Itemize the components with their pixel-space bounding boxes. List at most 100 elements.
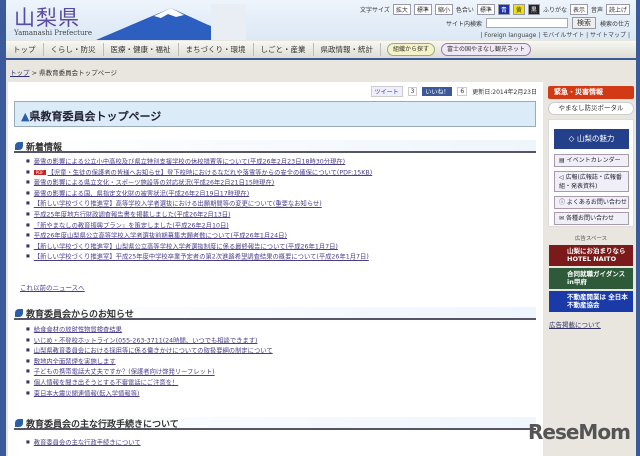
furigana-label: ふりがな — [542, 7, 567, 14]
notice-link[interactable]: 敷地内全面禁煙を実施します — [34, 358, 116, 365]
diamond-icon: ◇ — [568, 134, 577, 143]
search-label: サイト内検索 — [445, 20, 482, 28]
list-item: 【新しい学校づくり推進室】山梨県公立高等学校入学者選抜制度に係る最終報告について… — [26, 241, 372, 252]
calendar-icon: ▤ — [559, 157, 567, 164]
news-link[interactable]: 豪雪の影響による公立小中高校及び県立特別支援学校の休校措置等について(平成26年… — [34, 158, 345, 165]
notice-link[interactable]: 給食食材の放射性物質検査結果 — [34, 326, 122, 333]
notice-link[interactable]: いじめ・不登校ホットライン(055-263-3711(24時間、いつでも相談でき… — [34, 337, 258, 344]
list-item: 豪雪の影響による国、県指定文化財の被害状況(平成26年2月19日17時現在) — [26, 188, 372, 199]
list-item: 敷地内全面禁煙を実施します — [26, 356, 273, 367]
breadcrumb-home[interactable]: トップ — [10, 69, 30, 77]
list-item: 【新しい学校づくり推進室】高等学校入学者選抜における出願期間等の変更について(重… — [26, 198, 372, 209]
search-help-link[interactable]: 検索の仕方 — [600, 19, 630, 28]
site-search: サイト内検索 検索 検索の仕方 — [446, 17, 630, 29]
breadcrumb: トップ > 県教育委員会トップページ — [10, 67, 117, 77]
color-label: 色合い — [455, 7, 474, 14]
notice-link[interactable]: 東日本大震災関連情報(転入学情報等) — [34, 390, 140, 397]
list-item: 給食食材の放射性物質検査結果 — [26, 324, 273, 335]
foreign-language-link[interactable]: Foreign language — [484, 32, 536, 39]
sitemap-link[interactable]: サイトマップ — [590, 32, 626, 39]
notice-link[interactable]: 子どもの携帯電話大丈夫ですか？(保護者向け啓発リーフレット) — [34, 369, 215, 376]
notice-link[interactable]: 山梨県教育委員会における採用等に係る働きかけについての取扱要綱の制定について — [34, 347, 273, 354]
ad-banner-hotel[interactable]: 山梨にお泊まりなら HOTEL NAITO — [549, 245, 633, 266]
read-aloud-button[interactable]: 読上げ — [605, 4, 630, 15]
tweet-button[interactable]: ツイート — [370, 86, 403, 97]
furigana-button[interactable]: 表示 — [569, 4, 588, 15]
main-nav: トップ くらし・防災 医療・健康・福祉 まちづくり・環境 しごと・産業 県政情報… — [6, 41, 636, 60]
notices-list: 給食食材の放射性物質検査結果 いじめ・不登校ホットライン(055-263-371… — [26, 324, 273, 398]
news-link[interactable]: 豪雪の影響による国、県指定文化財の被害状況(平成26年2月19日17時現在) — [34, 190, 249, 197]
news-link[interactable]: 【新しい学校づくり推進室】平成25年度中学校卒業予定者の第2次進路希望調査結果の… — [34, 254, 369, 261]
color-black-button[interactable]: 黒 — [527, 4, 540, 15]
emergency-info-button[interactable]: 緊急・災害情報 — [548, 86, 634, 99]
nav-life[interactable]: くらし・防災 — [44, 43, 104, 56]
list-item: 子どもの携帯電話大丈夫ですか？(保護者向け啓発リーフレット) — [26, 366, 273, 377]
news-link[interactable]: 【新しい学校づくり推進室】山梨県公立高等学校入学者選抜制度に係る最終報告について… — [34, 243, 338, 250]
mobile-site-link[interactable]: モバイルサイト — [542, 32, 584, 39]
list-item: 豪雪の影響による県立文化・スポーツ施設等の対応状況(平成26年2月21日15時現… — [26, 177, 372, 188]
section-header-news: 新着情報 — [14, 140, 536, 153]
event-calendar-button[interactable]: ▤ イベントカレンダー — [554, 154, 629, 167]
list-item: 【新しい学校づくり推進室】平成25年度中学校卒業予定者の第2次進路希望調査結果の… — [26, 251, 372, 262]
list-item: PDF【児童・生徒の保護者の皆様へお知らせ】登下校時におけるなだれや落雪等からの… — [26, 167, 372, 178]
button-label: よくあるお問い合わせ — [566, 199, 627, 206]
charm-label: 山梨の魅力 — [576, 134, 615, 143]
leaf-icon — [15, 419, 23, 427]
nav-admin[interactable]: 県政情報・統計 — [314, 43, 381, 56]
page-title: ▲県教育委員会トップページ — [14, 101, 536, 127]
nav-work[interactable]: しごと・産業 — [254, 43, 314, 56]
sidebar-menu: ◇ 山梨の魅力 ▤ イベントカレンダー ◁ 広報(広報誌・広報番組・発表資料) … — [548, 119, 634, 227]
news-list: 豪雪の影響による公立小中高校及び県立特別支援学校の休校措置等について(平成26年… — [26, 156, 372, 262]
contact-button[interactable]: ✉ 各種お問い合わせ — [554, 212, 629, 225]
font-standard-button[interactable]: 標準 — [413, 4, 432, 15]
nav-organization[interactable]: 組織から探す — [387, 43, 436, 56]
breadcrumb-separator: > — [31, 69, 38, 77]
ad-banner-real-estate[interactable]: 不動産開業は 全日本不動産協会 — [549, 291, 633, 312]
procedure-link[interactable]: 教育委員会の主な行政手続きについて — [34, 439, 141, 446]
ad-banner-job-guidance[interactable]: 合同就職ガイダンス in甲府 — [549, 268, 633, 289]
color-standard-button[interactable]: 標準 — [476, 4, 495, 15]
font-small-button[interactable]: 縮小 — [434, 4, 453, 15]
news-link[interactable]: 【新しい学校づくり推進室】高等学校入学者選抜における出願期間等の変更について(重… — [34, 201, 322, 208]
right-sidebar: 緊急・災害情報 やまなし防災ポータル ◇ 山梨の魅力 ▤ イベントカレンダー ◁… — [546, 82, 636, 456]
nav-town[interactable]: まちづくり・環境 — [179, 43, 254, 56]
older-news-link[interactable]: これ以前のニュースへ — [20, 282, 85, 292]
ad-info-link[interactable]: 広告掲載について — [549, 319, 601, 329]
leaf-icon — [15, 142, 23, 150]
disaster-portal-button[interactable]: やまなし防災ポータル — [548, 102, 634, 115]
font-large-button[interactable]: 拡大 — [392, 4, 411, 15]
news-link[interactable]: 「新やまなしの教育振興プラン」を策定しました(平成26年2月10日) — [34, 222, 229, 229]
mail-icon: ✉ — [559, 215, 566, 222]
yamanashi-charm-button[interactable]: ◇ 山梨の魅力 — [554, 129, 629, 149]
list-item: 個人情報を聞き出そうとする不審電話にご注意を！ — [26, 377, 273, 388]
list-item: 山梨県教育委員会における採用等に係る働きかけについての取扱要綱の制定について — [26, 345, 273, 356]
section-header-procedures: 教育委員会の主な行政手続きについて — [14, 417, 536, 430]
search-button[interactable]: 検索 — [571, 17, 596, 29]
breadcrumb-current: 県教育委員会トップページ — [39, 69, 117, 77]
button-label: 各種お問い合わせ — [565, 215, 614, 222]
news-link[interactable]: 豪雪の影響による県立文化・スポーツ施設等の対応状況(平成26年2月21日15時現… — [34, 179, 274, 186]
notice-link[interactable]: 個人情報を聞き出そうとする不審電話にご注意を！ — [34, 379, 179, 386]
nav-health[interactable]: 医療・健康・福祉 — [104, 43, 179, 56]
nav-top[interactable]: トップ — [6, 43, 44, 56]
color-blue-button[interactable]: 青 — [497, 4, 510, 15]
section-header-notices: 教育委員会からのお知らせ — [14, 307, 536, 320]
share-bar: ツイート 3 いいね！ 6 更新日:2014年2月23日 — [370, 86, 537, 97]
news-link[interactable]: 平成25年度地方行財政調査報告書を掲載しました(平成26年2月13日) — [34, 211, 231, 218]
nav-tourism[interactable]: 富士の国やまなし観光ネット — [441, 43, 532, 56]
faq-button[interactable]: ⓘ よくあるお問い合わせ — [554, 196, 629, 209]
search-input[interactable] — [485, 18, 568, 28]
like-button[interactable]: いいね！ — [422, 87, 453, 96]
font-size-label: 文字サイズ — [359, 7, 390, 14]
site-logo[interactable]: 山梨県 — [14, 2, 80, 32]
button-label: イベントカレンダー — [566, 157, 621, 164]
news-link[interactable]: 【児童・生徒の保護者の皆様へお知らせ】登下校時におけるなだれや落雪等からの安全の… — [48, 169, 373, 176]
section-title: 教育委員会の主な行政手続きについて — [26, 420, 179, 430]
header-links: | Foreign language | モバイルサイト | サイトマップ | — [480, 32, 630, 39]
public-relations-button[interactable]: ◁ 広報(広報誌・広報番組・発表資料) — [554, 171, 629, 192]
section-title: 教育委員会からのお知らせ — [26, 310, 134, 320]
accessibility-tools: 文字サイズ 拡大 標準 縮小 色合い 標準 青 黄 黒 ふりがな 表示 音声 読… — [360, 4, 630, 15]
color-yellow-button[interactable]: 黄 — [512, 4, 525, 15]
news-link[interactable]: 平成26年度山梨県公立高等学校入学者選抜前期募集志願者数について(平成26年1月… — [34, 232, 287, 239]
tweet-count: 3 — [407, 87, 418, 96]
